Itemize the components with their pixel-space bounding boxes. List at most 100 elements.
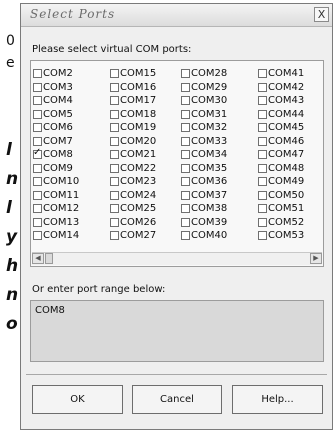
checkbox[interactable] [33, 82, 42, 92]
cancel-button[interactable]: Cancel [132, 385, 222, 414]
port-range-input[interactable]: COM8 [30, 300, 324, 362]
checkbox[interactable] [110, 217, 119, 227]
port-checkbox-item[interactable]: COM6 [33, 121, 110, 135]
checkbox[interactable] [33, 163, 42, 173]
checkbox[interactable] [181, 123, 190, 133]
checkbox[interactable] [258, 96, 267, 106]
port-checkbox-item[interactable]: COM20 [110, 135, 181, 149]
checkbox[interactable] [181, 231, 190, 241]
port-checkbox-item[interactable]: COM51 [258, 202, 318, 216]
checkbox[interactable] [33, 109, 42, 119]
port-checkbox-item[interactable]: COM12 [33, 202, 110, 216]
port-checkbox-item[interactable]: COM38 [181, 202, 258, 216]
port-checkbox-item[interactable]: COM14 [33, 229, 110, 243]
checkbox[interactable] [110, 163, 119, 173]
checkbox[interactable] [110, 82, 119, 92]
checkbox[interactable] [258, 163, 267, 173]
port-checkbox-item[interactable]: COM22 [110, 162, 181, 176]
port-checkbox-item[interactable]: COM48 [258, 162, 318, 176]
checkbox[interactable] [33, 96, 42, 106]
port-checkbox-item[interactable]: COM40 [181, 229, 258, 243]
checkbox[interactable] [33, 123, 42, 133]
port-checkbox-item[interactable]: COM49 [258, 175, 318, 189]
horizontal-scrollbar[interactable]: ◀ ▶ [32, 252, 322, 265]
checkbox[interactable] [110, 136, 119, 146]
port-checkbox-item[interactable]: COM24 [110, 189, 181, 203]
checkbox[interactable] [181, 150, 190, 160]
checkbox[interactable] [110, 109, 119, 119]
checkbox[interactable] [258, 150, 267, 160]
port-checkbox-item[interactable]: COM45 [258, 121, 318, 135]
checkbox[interactable] [33, 231, 42, 241]
checkbox[interactable] [33, 69, 42, 79]
checkbox[interactable] [33, 147, 42, 160]
scroll-thumb[interactable] [45, 253, 53, 264]
port-checkbox-item[interactable]: COM34 [181, 148, 258, 162]
checkbox[interactable] [258, 231, 267, 241]
port-checkbox-item[interactable]: COM41 [258, 67, 318, 81]
checkbox[interactable] [181, 217, 190, 227]
port-checkbox-item[interactable]: COM17 [110, 94, 181, 108]
ok-button[interactable]: OK [32, 385, 123, 414]
port-checkbox-item[interactable]: COM37 [181, 189, 258, 203]
port-checkbox-item[interactable]: COM19 [110, 121, 181, 135]
close-button[interactable]: X [314, 7, 329, 22]
port-checkbox-item[interactable]: COM18 [110, 108, 181, 122]
checkbox[interactable] [110, 204, 119, 214]
checkbox[interactable] [181, 82, 190, 92]
port-checkbox-item[interactable]: COM43 [258, 94, 318, 108]
port-checkbox-item[interactable]: COM44 [258, 108, 318, 122]
port-checkbox-item[interactable]: COM8 [33, 147, 110, 162]
checkbox[interactable] [181, 109, 190, 119]
scroll-left-arrow-icon[interactable]: ◀ [32, 253, 44, 264]
checkbox[interactable] [110, 231, 119, 241]
checkbox[interactable] [258, 190, 267, 200]
port-checkbox-item[interactable]: COM26 [110, 216, 181, 230]
port-checkbox-item[interactable]: COM10 [33, 175, 110, 189]
checkbox[interactable] [258, 217, 267, 227]
port-checkbox-item[interactable]: COM47 [258, 148, 318, 162]
checkbox[interactable] [258, 69, 267, 79]
checkbox[interactable] [258, 123, 267, 133]
checkbox[interactable] [110, 96, 119, 106]
port-checkbox-item[interactable]: COM53 [258, 229, 318, 243]
port-checkbox-item[interactable]: COM27 [110, 229, 181, 243]
scroll-right-arrow-icon[interactable]: ▶ [310, 253, 322, 264]
port-checkbox-item[interactable]: COM25 [110, 202, 181, 216]
port-checkbox-item[interactable]: COM33 [181, 135, 258, 149]
port-checkbox-item[interactable]: COM21 [110, 148, 181, 162]
port-checkbox-item[interactable]: COM7 [33, 135, 110, 149]
port-checkbox-item[interactable]: COM50 [258, 189, 318, 203]
port-checkbox-item[interactable]: COM2 [33, 67, 110, 81]
port-checkbox-item[interactable]: COM29 [181, 81, 258, 95]
port-checkbox-item[interactable]: COM11 [33, 189, 110, 203]
checkbox[interactable] [110, 177, 119, 187]
checkbox[interactable] [181, 204, 190, 214]
checkbox[interactable] [110, 69, 119, 79]
port-checkbox-item[interactable]: COM36 [181, 175, 258, 189]
port-checkbox-item[interactable]: COM31 [181, 108, 258, 122]
port-checkbox-item[interactable]: COM4 [33, 94, 110, 108]
checkbox[interactable] [33, 217, 42, 227]
checkbox[interactable] [110, 123, 119, 133]
port-checkbox-item[interactable]: COM52 [258, 216, 318, 230]
checkbox[interactable] [33, 177, 42, 187]
port-checkbox-item[interactable]: COM15 [110, 67, 181, 81]
port-checkbox-item[interactable]: COM9 [33, 162, 110, 176]
checkbox[interactable] [181, 69, 190, 79]
checkbox[interactable] [33, 190, 42, 200]
port-checkbox-item[interactable]: COM30 [181, 94, 258, 108]
port-checkbox-item[interactable]: COM32 [181, 121, 258, 135]
port-checkbox-item[interactable]: COM39 [181, 216, 258, 230]
checkbox[interactable] [258, 109, 267, 119]
port-checkbox-item[interactable]: COM42 [258, 81, 318, 95]
help-button[interactable]: Help... [232, 385, 323, 414]
checkbox[interactable] [181, 163, 190, 173]
checkbox[interactable] [258, 204, 267, 214]
port-checkbox-item[interactable]: COM23 [110, 175, 181, 189]
checkbox[interactable] [33, 204, 42, 214]
title-bar[interactable]: Select Ports X [21, 4, 332, 27]
checkbox[interactable] [258, 136, 267, 146]
checkbox[interactable] [181, 136, 190, 146]
port-checkbox-item[interactable]: COM3 [33, 81, 110, 95]
